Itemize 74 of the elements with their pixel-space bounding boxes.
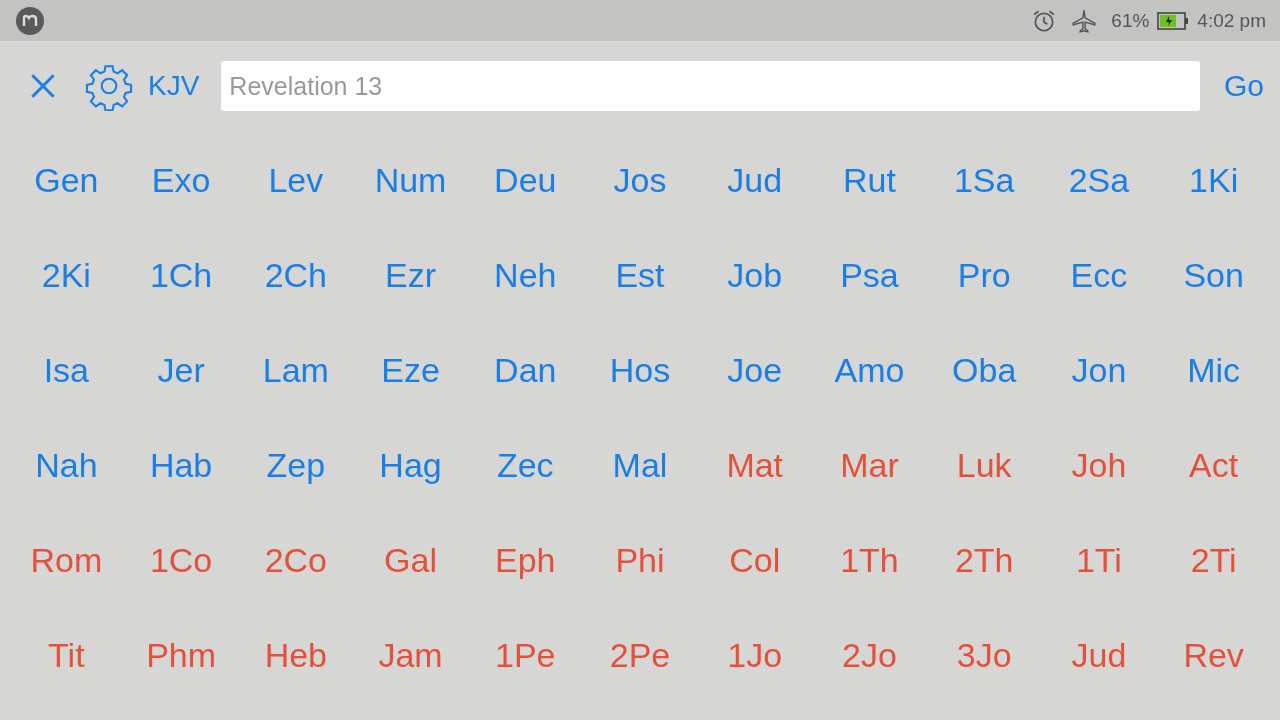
book-button[interactable]: Amo (830, 340, 909, 401)
book-button[interactable]: 1Sa (949, 150, 1019, 211)
book-button[interactable]: Deu (490, 150, 561, 211)
book-button[interactable]: Hag (375, 435, 446, 496)
book-button[interactable]: Rut (839, 150, 900, 211)
go-button[interactable]: Go (1219, 65, 1268, 107)
book-button[interactable]: Lam (258, 340, 333, 401)
book-button[interactable]: Mic (1183, 340, 1245, 401)
book-button[interactable]: 2Sa (1064, 150, 1134, 211)
book-button[interactable]: Zec (492, 435, 558, 496)
book-button[interactable]: 1Ki (1185, 150, 1243, 211)
book-button[interactable]: Jos (609, 150, 671, 211)
book-button[interactable]: Gal (380, 530, 441, 591)
book-button[interactable]: Eze (377, 340, 444, 401)
book-button[interactable]: Phm (142, 625, 221, 686)
book-button[interactable]: Jer (153, 340, 209, 401)
book-button[interactable]: 2Ti (1186, 530, 1241, 591)
book-button[interactable]: Luk (952, 435, 1016, 496)
book-button[interactable]: Hab (145, 435, 217, 496)
version-button[interactable]: KJV (144, 66, 204, 106)
book-button[interactable]: 2Ch (260, 245, 331, 306)
book-button[interactable]: Dan (490, 340, 561, 401)
book-button[interactable]: 3Jo (952, 625, 1016, 686)
book-button[interactable]: Tit (44, 625, 89, 686)
book-button[interactable]: Psa (836, 245, 903, 306)
book-button[interactable]: Heb (260, 625, 331, 686)
book-button[interactable]: Pro (953, 245, 1015, 306)
clock-time: 4:02 pm (1197, 9, 1266, 32)
book-button[interactable]: 2Pe (605, 625, 675, 686)
book-button[interactable]: Gen (30, 150, 103, 211)
book-button[interactable]: 1Th (836, 530, 903, 591)
book-button[interactable]: Jon (1067, 340, 1131, 401)
book-button[interactable]: Mal (608, 435, 672, 496)
book-button[interactable]: Lev (264, 150, 328, 211)
book-button[interactable]: Jud (1067, 625, 1131, 686)
book-button[interactable]: Job (723, 245, 787, 306)
book-button[interactable]: Joh (1067, 435, 1131, 496)
book-button[interactable]: Neh (490, 245, 561, 306)
book-button[interactable]: Exo (147, 150, 215, 211)
book-button[interactable]: Oba (948, 340, 1021, 401)
book-button[interactable]: 2Co (260, 530, 331, 591)
book-button[interactable]: Isa (39, 340, 94, 401)
book-button[interactable]: 1Jo (723, 625, 787, 686)
book-button[interactable]: Jam (374, 625, 447, 686)
book-button[interactable]: 2Th (950, 530, 1018, 591)
book-button[interactable]: Est (611, 245, 669, 306)
search-field[interactable]: Revelation 13 (221, 61, 1200, 111)
book-button[interactable]: Act (1185, 435, 1243, 496)
book-button[interactable]: Jud (723, 150, 787, 211)
book-button[interactable]: Son (1179, 245, 1248, 306)
book-button[interactable]: Num (370, 150, 451, 211)
book-button[interactable]: Hos (605, 340, 675, 401)
book-button[interactable]: Rom (26, 530, 107, 591)
airplane-icon (1071, 7, 1098, 34)
book-button[interactable]: 1Pe (491, 625, 560, 686)
battery-icon (1157, 11, 1190, 30)
book-button[interactable]: 2Jo (838, 625, 901, 686)
book-button[interactable]: 1Ch (145, 245, 217, 306)
book-button[interactable]: 1Ti (1071, 530, 1126, 591)
book-button[interactable]: Nah (31, 435, 102, 496)
book-button[interactable]: Mar (836, 435, 903, 496)
book-button[interactable]: 1Co (145, 530, 217, 591)
book-button[interactable]: Eph (491, 530, 560, 591)
book-button[interactable]: Phi (611, 530, 669, 591)
book-button[interactable]: Col (725, 530, 785, 591)
book-button[interactable]: Rev (1179, 625, 1248, 686)
book-button[interactable]: 2Ki (37, 245, 95, 306)
app-notification-icon (16, 6, 44, 35)
book-button[interactable]: Ezr (381, 245, 441, 306)
book-button[interactable]: Ecc (1066, 245, 1132, 306)
book-button[interactable]: Zep (262, 435, 330, 496)
book-button[interactable]: Joe (723, 340, 787, 401)
book-button[interactable]: Mat (722, 435, 788, 496)
battery-percent: 61% (1111, 9, 1150, 32)
